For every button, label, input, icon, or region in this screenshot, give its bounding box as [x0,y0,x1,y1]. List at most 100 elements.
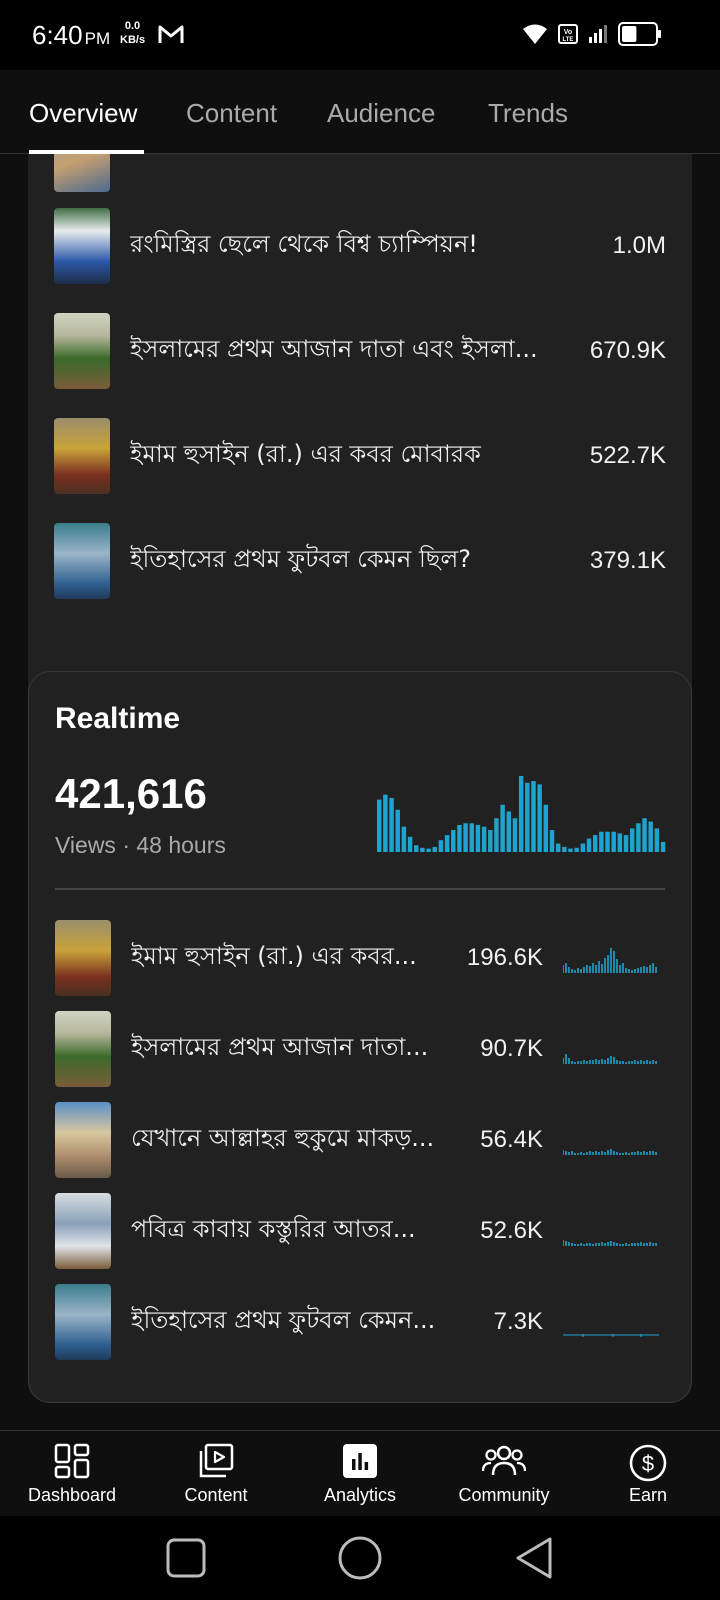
chart-bar [395,809,400,852]
video-thumbnail [54,208,110,284]
bottom-navigation: Dashboard Content Analytics Community $ … [0,1430,720,1516]
chart-bar [432,846,437,852]
chart-bar [623,835,629,852]
video-title: যেখানে আল্লাহর হুকুমে মাকড়... [131,1124,435,1152]
sparkline [563,1149,657,1155]
list-item[interactable]: ইসলামের প্রথম আজান দাতা... 90.7K [55,1009,665,1089]
chart-bar [568,848,573,852]
svg-text:$: $ [642,1451,654,1476]
tab-content[interactable]: Content [186,98,277,129]
list-item[interactable]: ইতিহাসের প্রথম ফুটবল কেমন ছিল? 379.1K [54,521,666,601]
analytics-tabs: Overview Content Audience Trends [0,70,720,154]
chart-bar [642,818,647,852]
chart-bar [420,847,425,852]
battery-icon [618,22,661,46]
list-item[interactable] [54,154,666,194]
chart-bar [580,843,586,852]
video-views: 196.6K [466,944,543,971]
chart-bar [500,804,505,852]
video-thumbnail [54,154,110,192]
video-views: 379.1K [589,547,666,574]
video-title: ইসলামের প্রথম আজান দাতা... [131,1033,429,1061]
realtime-card: Realtime 421,616 Views · 48 hours ইমাম হ… [28,671,692,1403]
back-icon[interactable] [514,1536,554,1580]
chart-bar [389,797,394,852]
video-title: রংমিস্ত্রির ছেলে থেকে বিশ্ব চ্যাম্পিয়ন! [130,230,478,258]
earn-icon: $ [629,1444,667,1482]
tab-overview[interactable]: Overview [29,98,137,129]
list-item[interactable]: ইসলামের প্রথম আজান দাতা এবং ইসলা... 670.… [54,311,666,391]
realtime-subtitle: Views · 48 hours [55,832,226,858]
list-item[interactable]: যেখানে আল্লাহর হুকুমে মাকড়... 56.4K [55,1100,665,1180]
chart-bar [654,828,660,852]
video-thumbnail [54,313,110,389]
status-icons: Vo LTE [522,22,662,46]
chart-bar [469,823,474,852]
chart-bar [444,835,450,852]
chart-bar [599,831,604,852]
nav-label: Community [458,1485,550,1505]
svg-text:Vo: Vo [564,29,572,36]
tab-audience[interactable]: Audience [327,98,435,129]
chart-bar [506,811,512,852]
gmail-icon [157,23,185,49]
chart-bar [438,840,444,852]
status-time-value: 6:40 [32,20,83,50]
video-title: পবিত্র কাবায় কস্তুরির আতর... [131,1215,416,1243]
sparkline [563,948,657,973]
video-thumbnail [54,523,110,599]
nav-label: Content [184,1485,248,1505]
video-views: 56.4K [480,1126,543,1153]
home-icon[interactable] [338,1536,382,1580]
status-ampm: PM [84,29,111,48]
realtime-views-count: 421,616 [55,770,207,817]
nav-label: Analytics [323,1485,397,1505]
nav-community[interactable]: Community [432,1431,576,1517]
chart-bar [463,823,468,852]
video-title: ইসলামের প্রথম আজান দাতা এবং ইসলা... [130,335,538,363]
wifi-icon [523,24,547,44]
nav-earn[interactable]: $ Earn [576,1431,720,1517]
tab-trends[interactable]: Trends [488,98,568,129]
chart-bar [574,847,579,852]
video-title: ইতিহাসের প্রথম ফুটবল কেমন... [131,1306,436,1334]
chart-bar [592,835,598,852]
video-title: ইমাম হুসাইন (রা.) এর কবর মোবারক [130,440,481,468]
chart-bar [407,836,413,852]
nav-label: Dashboard [27,1485,117,1505]
list-item[interactable]: ইমাম হুসাইন (রা.) এর কবর... 196.6K [55,918,665,998]
video-thumbnail [55,1284,111,1360]
signal-icon [589,25,607,43]
list-item[interactable]: রংমিস্ত্রির ছেলে থেকে বিশ্ব চ্যাম্পিয়ন!… [54,206,666,286]
video-views: 7.3K [493,1308,543,1335]
chart-bar [611,831,616,852]
analytics-icon [343,1444,377,1478]
nav-analytics[interactable]: Analytics [288,1431,432,1517]
list-item[interactable]: ইতিহাসের প্রথম ফুটবল কেমন... 7.3K [55,1282,665,1362]
status-time: 6:40 PM [32,20,110,51]
chart-bar [518,776,524,852]
community-icon [482,1445,526,1476]
chart-bar [660,841,666,852]
network-speed-value: 0.0 [124,20,141,32]
list-item[interactable]: পবিত্র কাবায় কস্তুরির আতর... 52.6K [55,1191,665,1271]
video-views: 1.0M [612,232,666,259]
chart-bar [629,828,635,852]
chart-bar [537,784,542,852]
video-thumbnail [55,1011,111,1087]
chart-bar [525,782,530,852]
nav-content[interactable]: Content [144,1431,288,1517]
chart-bar [488,830,493,852]
overview-content[interactable]: রংমিস্ত্রির ছেলে থেকে বিশ্ব চ্যাম্পিয়ন!… [0,154,720,1430]
network-speed: 0.0 KB/s [120,19,145,47]
list-item[interactable]: ইমাম হুসাইন (রা.) এর কবর মোবারক 522.7K [54,416,666,496]
chart-bar [648,821,653,852]
sparkline [563,1240,657,1246]
video-views: 522.7K [589,442,666,469]
video-views: 52.6K [480,1217,543,1244]
volte-icon: VoLTE [558,24,578,44]
recents-icon[interactable] [166,1538,206,1578]
status-bar: 6:40 PM 0.0 KB/s Vo LTE [0,0,720,70]
chart-bar [494,818,499,852]
nav-dashboard[interactable]: Dashboard [0,1431,144,1517]
